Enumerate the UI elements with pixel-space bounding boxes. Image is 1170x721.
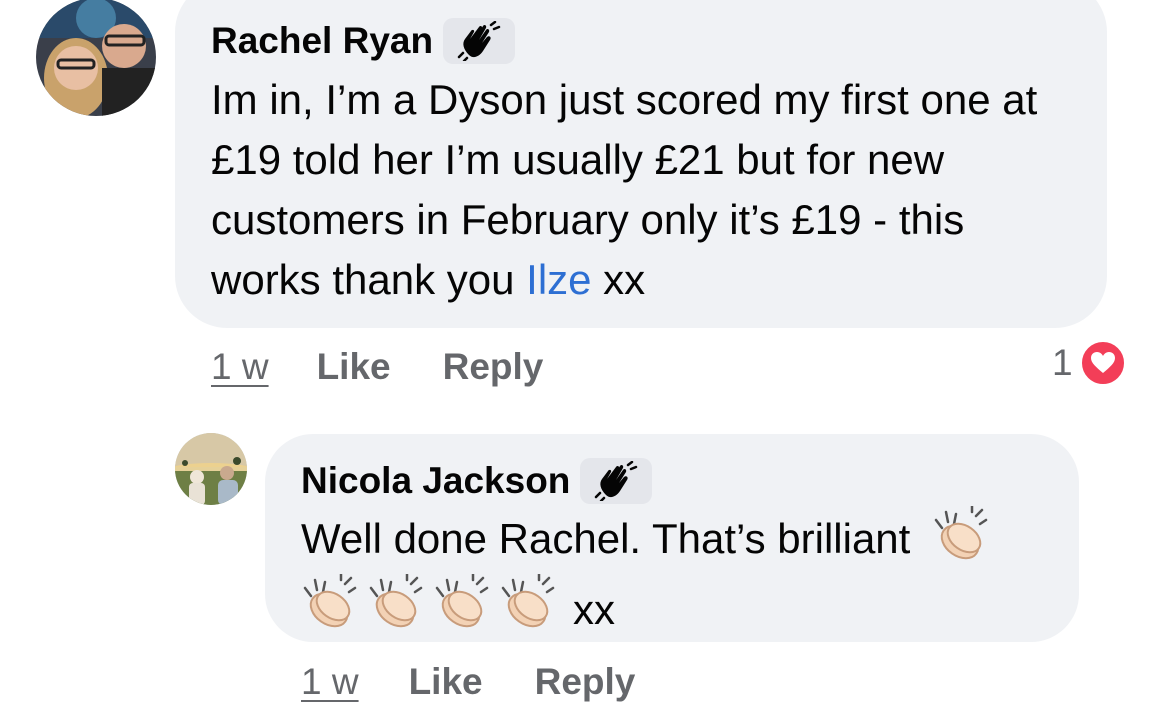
comment-text: Well done Rachel. That’s brilliant (301, 504, 1043, 578)
comment-bubble: Rachel Ryan Im in, I’m a Dyson just scor… (175, 0, 1107, 328)
comment-thread: Rachel Ryan Im in, I’m a Dyson just scor… (0, 0, 1170, 721)
clapping-hands-icon (932, 504, 990, 578)
comment-actions: 1 w Like Reply (301, 660, 635, 704)
reply-bubble: Nicola Jackson Well done Rachel. That’s … (265, 434, 1079, 642)
comment-header: Nicola Jackson (301, 458, 1043, 504)
comment-text-line: xx (301, 572, 1043, 646)
like-button[interactable]: Like (409, 661, 483, 703)
clapping-hands-icon (367, 572, 425, 646)
comment-text-part: xx (591, 256, 646, 303)
comment-header: Rachel Ryan (211, 18, 1071, 64)
avatar[interactable] (175, 433, 247, 505)
comment-text: Im in, I’m a Dyson just scored my first … (211, 70, 1071, 310)
timestamp-link[interactable]: 1 w (301, 661, 359, 703)
clapping-hands-icon (433, 572, 491, 646)
comment-text-part: Well done Rachel. That’s brilliant (301, 515, 911, 563)
timestamp-link[interactable]: 1 w (211, 346, 269, 388)
author-name[interactable]: Rachel Ryan (211, 19, 433, 63)
heart-icon (1078, 339, 1127, 387)
avatar[interactable] (36, 0, 156, 116)
reaction-count: 1 (1052, 342, 1073, 383)
wave-hand-icon[interactable] (443, 18, 516, 64)
wave-hand-icon[interactable] (580, 458, 653, 504)
clapping-hands-icon (499, 572, 557, 646)
reply-button[interactable]: Reply (443, 346, 544, 388)
comment-text-part: xx (573, 586, 615, 633)
mention-link[interactable]: Ilze (526, 256, 591, 303)
like-button[interactable]: Like (317, 346, 391, 388)
reply-button[interactable]: Reply (535, 661, 636, 703)
author-name[interactable]: Nicola Jackson (301, 459, 570, 503)
reaction-summary[interactable]: 1 (1052, 339, 1127, 387)
comment-actions: 1 w Like Reply (211, 345, 543, 389)
clapping-hands-icon (301, 572, 359, 646)
